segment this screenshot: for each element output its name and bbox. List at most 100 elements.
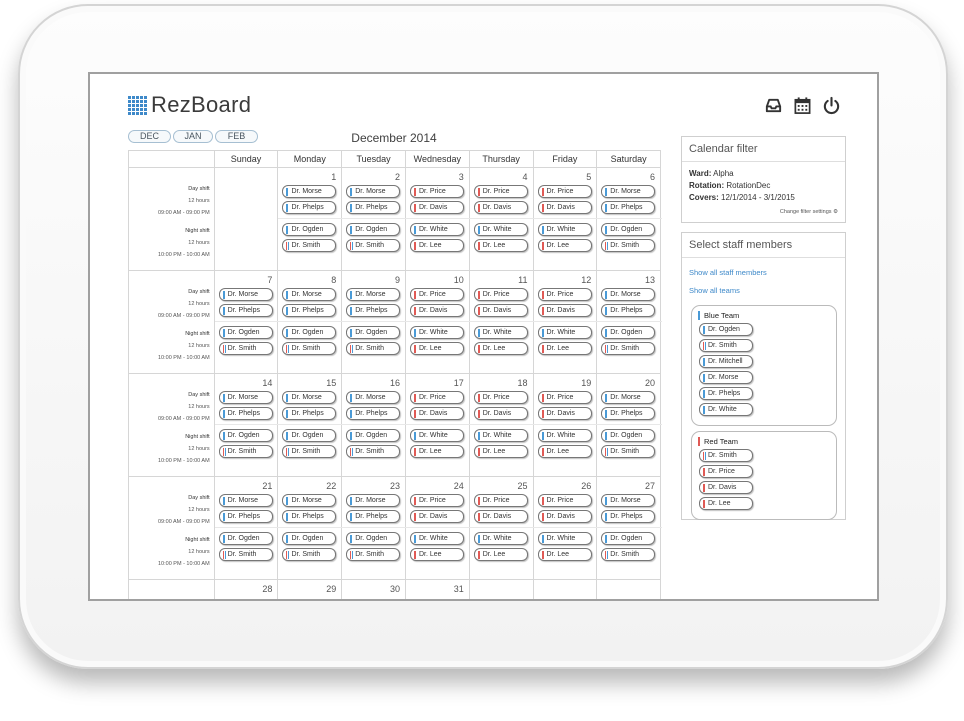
staff-pill-dr-ogden[interactable]: Dr. Ogden (282, 532, 337, 545)
staff-pill-dr-davis[interactable]: Dr. Davis (537, 407, 592, 420)
staff-pill-dr-white[interactable]: Dr. White (473, 532, 528, 545)
inbox-icon[interactable] (764, 96, 783, 115)
month-button-feb[interactable]: FEB (215, 130, 258, 143)
staff-pill-dr-white[interactable]: Dr. White (409, 429, 464, 442)
staff-pill-dr-lee[interactable]: Dr. Lee (473, 342, 528, 355)
staff-pill-dr-morse[interactable]: Dr. Morse (282, 288, 337, 301)
staff-pill-dr-ogden[interactable]: Dr. Ogden (346, 532, 401, 545)
calendar-day-cell[interactable]: 15 Dr. Morse Dr. Phelps Dr. Ogden Dr. Smith (278, 374, 344, 476)
calendar-day-cell[interactable]: 18 Dr. Price Dr. Davis Dr. White Dr. Lee (469, 374, 535, 476)
staff-pill-dr-price[interactable]: Dr. Price (409, 288, 464, 301)
calendar-day-cell[interactable] (215, 168, 279, 270)
calendar-day-cell[interactable]: 29 (278, 580, 343, 599)
staff-pill-dr-phelps[interactable]: Dr. Phelps (282, 510, 337, 523)
calendar-day-cell[interactable]: 1 Dr. Morse Dr. Phelps Dr. Ogden Dr. Smith (278, 168, 344, 270)
staff-pill-dr-davis[interactable]: Dr. Davis (699, 481, 753, 494)
staff-pill-dr-phelps[interactable]: Dr. Phelps (282, 201, 337, 214)
show-all-staff-link[interactable]: Show all staff members (682, 264, 845, 282)
staff-pill-dr-davis[interactable]: Dr. Davis (473, 304, 528, 317)
staff-pill-dr-phelps[interactable]: Dr. Phelps (346, 201, 401, 214)
calendar-day-cell[interactable]: 21 Dr. Morse Dr. Phelps Dr. Ogden Dr. Smith (214, 477, 280, 579)
staff-pill-dr-white[interactable]: Dr. White (473, 223, 528, 236)
calendar-day-cell[interactable]: 3 Dr. Price Dr. Davis Dr. White Dr. Lee (405, 168, 471, 270)
staff-pill-dr-smith[interactable]: Dr. Smith (699, 449, 753, 462)
staff-pill-dr-phelps[interactable]: Dr. Phelps (601, 510, 656, 523)
staff-pill-dr-mitchell[interactable]: Dr. Mitchell (699, 355, 753, 368)
staff-pill-dr-price[interactable]: Dr. Price (537, 391, 592, 404)
calendar-day-cell[interactable] (534, 580, 598, 599)
calendar-day-cell[interactable]: 8 Dr. Morse Dr. Phelps Dr. Ogden Dr. Smith (278, 271, 344, 373)
staff-pill-dr-davis[interactable]: Dr. Davis (537, 510, 592, 523)
staff-pill-dr-white[interactable]: Dr. White (537, 532, 592, 545)
staff-pill-dr-lee[interactable]: Dr. Lee (537, 239, 592, 252)
staff-pill-dr-davis[interactable]: Dr. Davis (409, 407, 464, 420)
staff-pill-dr-white[interactable]: Dr. White (409, 532, 464, 545)
staff-pill-dr-phelps[interactable]: Dr. Phelps (601, 407, 656, 420)
staff-pill-dr-lee[interactable]: Dr. Lee (409, 239, 464, 252)
calendar-day-cell[interactable]: 4 Dr. Price Dr. Davis Dr. White Dr. Lee (469, 168, 535, 270)
month-button-jan[interactable]: JAN (173, 130, 213, 143)
staff-pill-dr-ogden[interactable]: Dr. Ogden (346, 223, 401, 236)
staff-pill-dr-price[interactable]: Dr. Price (409, 185, 464, 198)
staff-pill-dr-ogden[interactable]: Dr. Ogden (282, 223, 337, 236)
staff-pill-dr-phelps[interactable]: Dr. Phelps (282, 407, 337, 420)
staff-pill-dr-smith[interactable]: Dr. Smith (218, 445, 273, 458)
calendar-day-cell[interactable] (470, 580, 534, 599)
calendar-day-cell[interactable]: 12 Dr. Price Dr. Davis Dr. White Dr. Lee (533, 271, 599, 373)
calendar-day-cell[interactable]: 19 Dr. Price Dr. Davis Dr. White Dr. Lee (533, 374, 599, 476)
calendar-day-cell[interactable]: 31 (406, 580, 470, 599)
staff-pill-dr-white[interactable]: Dr. White (409, 223, 464, 236)
staff-pill-dr-price[interactable]: Dr. Price (473, 494, 528, 507)
staff-pill-dr-morse[interactable]: Dr. Morse (218, 494, 273, 507)
calendar-day-cell[interactable]: 2 Dr. Morse Dr. Phelps Dr. Ogden Dr. Smith (342, 168, 408, 270)
staff-pill-dr-smith[interactable]: Dr. Smith (601, 445, 656, 458)
staff-pill-dr-phelps[interactable]: Dr. Phelps (282, 304, 337, 317)
staff-pill-dr-lee[interactable]: Dr. Lee (473, 445, 528, 458)
calendar-day-cell[interactable]: 16 Dr. Morse Dr. Phelps Dr. Ogden Dr. Smith (342, 374, 408, 476)
staff-pill-dr-phelps[interactable]: Dr. Phelps (601, 304, 656, 317)
change-filter-settings-link[interactable]: Change filter settings ⚙ (689, 206, 838, 218)
staff-pill-dr-smith[interactable]: Dr. Smith (699, 339, 753, 352)
calendar-day-cell[interactable]: 30 (342, 580, 406, 599)
staff-pill-dr-lee[interactable]: Dr. Lee (537, 548, 592, 561)
staff-pill-dr-price[interactable]: Dr. Price (537, 185, 592, 198)
calendar-day-cell[interactable]: 23 Dr. Morse Dr. Phelps Dr. Ogden Dr. Smith (342, 477, 408, 579)
staff-pill-dr-lee[interactable]: Dr. Lee (409, 342, 464, 355)
calendar-day-cell[interactable]: 20 Dr. Morse Dr. Phelps Dr. Ogden Dr. Smith (597, 374, 663, 476)
staff-pill-dr-smith[interactable]: Dr. Smith (282, 239, 337, 252)
staff-pill-dr-smith[interactable]: Dr. Smith (601, 342, 656, 355)
staff-pill-dr-morse[interactable]: Dr. Morse (218, 391, 273, 404)
staff-pill-dr-morse[interactable]: Dr. Morse (601, 288, 656, 301)
staff-pill-dr-morse[interactable]: Dr. Morse (346, 185, 401, 198)
staff-pill-dr-lee[interactable]: Dr. Lee (537, 342, 592, 355)
calendar-icon[interactable] (793, 96, 812, 115)
staff-pill-dr-morse[interactable]: Dr. Morse (601, 494, 656, 507)
staff-pill-dr-white[interactable]: Dr. White (409, 326, 464, 339)
staff-pill-dr-morse[interactable]: Dr. Morse (282, 391, 337, 404)
staff-pill-dr-phelps[interactable]: Dr. Phelps (218, 510, 273, 523)
staff-pill-dr-price[interactable]: Dr. Price (537, 288, 592, 301)
staff-pill-dr-ogden[interactable]: Dr. Ogden (699, 323, 753, 336)
staff-pill-dr-davis[interactable]: Dr. Davis (409, 201, 464, 214)
power-icon[interactable] (822, 96, 841, 115)
team-header[interactable]: Red Team (698, 437, 830, 446)
staff-pill-dr-price[interactable]: Dr. Price (409, 391, 464, 404)
team-header[interactable]: Blue Team (698, 311, 830, 320)
staff-pill-dr-price[interactable]: Dr. Price (473, 288, 528, 301)
staff-pill-dr-morse[interactable]: Dr. Morse (282, 185, 337, 198)
staff-pill-dr-ogden[interactable]: Dr. Ogden (218, 326, 273, 339)
staff-pill-dr-phelps[interactable]: Dr. Phelps (218, 304, 273, 317)
staff-pill-dr-morse[interactable]: Dr. Morse (218, 288, 273, 301)
calendar-day-cell[interactable]: 24 Dr. Price Dr. Davis Dr. White Dr. Lee (405, 477, 471, 579)
staff-pill-dr-lee[interactable]: Dr. Lee (409, 445, 464, 458)
staff-pill-dr-davis[interactable]: Dr. Davis (473, 510, 528, 523)
staff-pill-dr-phelps[interactable]: Dr. Phelps (346, 510, 401, 523)
calendar-day-cell[interactable]: 10 Dr. Price Dr. Davis Dr. White Dr. Lee (405, 271, 471, 373)
calendar-day-cell[interactable]: 27 Dr. Morse Dr. Phelps Dr. Ogden Dr. Smith (597, 477, 663, 579)
staff-pill-dr-phelps[interactable]: Dr. Phelps (346, 407, 401, 420)
staff-pill-dr-ogden[interactable]: Dr. Ogden (346, 429, 401, 442)
staff-pill-dr-phelps[interactable]: Dr. Phelps (346, 304, 401, 317)
staff-pill-dr-price[interactable]: Dr. Price (699, 465, 753, 478)
calendar-day-cell[interactable]: 25 Dr. Price Dr. Davis Dr. White Dr. Lee (469, 477, 535, 579)
staff-pill-dr-price[interactable]: Dr. Price (537, 494, 592, 507)
